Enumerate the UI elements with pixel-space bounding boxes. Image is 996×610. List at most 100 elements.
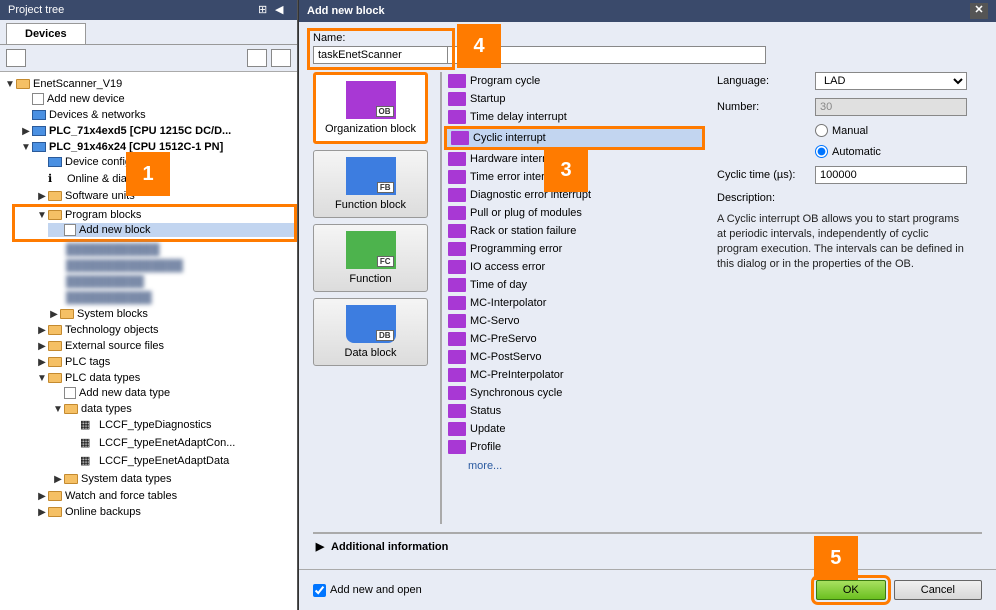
folder-icon	[48, 191, 62, 201]
project-tree-title: Project tree	[8, 4, 64, 16]
dialog-bottom-bar: Add new and open 5 OK Cancel	[299, 569, 996, 610]
description-text: A Cyclic interrupt OB allows you to star…	[717, 212, 967, 271]
ob-small-icon	[448, 92, 466, 106]
folder-icon	[64, 474, 78, 484]
ob-item-prog-error[interactable]: Programming error	[444, 240, 705, 258]
ob-item-update[interactable]: Update	[444, 420, 705, 438]
language-select[interactable]: LAD	[815, 72, 967, 90]
toolbar-icon-3[interactable]	[271, 49, 291, 67]
cyclic-label: Cyclic time (µs):	[717, 169, 807, 181]
tree-ext-source[interactable]: ▶External source files	[32, 339, 297, 353]
project-tree-panel: Project tree ⊞ ◀ Devices ▼EnetScanner_V1…	[0, 0, 298, 610]
block-type-list: OB Organization block FB Function block …	[313, 72, 428, 366]
chevron-right-icon: ▶	[313, 540, 327, 553]
ob-item-time-error[interactable]: Time error interrupt 3	[444, 168, 705, 186]
dialog-header: Add new block ✕	[299, 0, 996, 22]
tree-lccf-con[interactable]: ▦LCCF_typeEnetAdaptCon...	[64, 435, 297, 451]
manual-radio-row[interactable]: Manual	[815, 124, 967, 137]
type-icon: ▦	[80, 436, 96, 450]
ob-small-icon	[448, 242, 466, 256]
number-label: Number:	[717, 101, 807, 113]
add-new-block-dialog: Add new block ✕ Name: 4 2 OB Organizatio…	[298, 0, 996, 610]
ob-item-io-error[interactable]: IO access error	[444, 258, 705, 276]
ob-small-icon	[448, 152, 466, 166]
name-field-group: Name: 4	[313, 32, 982, 64]
tree-plc-data-types[interactable]: ▼PLC data types	[32, 371, 297, 385]
ob-small-icon	[448, 170, 466, 184]
ob-item-status[interactable]: Status	[444, 402, 705, 420]
tree-plc-tags[interactable]: ▶PLC tags	[32, 355, 297, 369]
ob-small-icon	[448, 332, 466, 346]
add-new-open-checkbox[interactable]	[313, 584, 326, 597]
ob-small-icon	[448, 422, 466, 436]
toolbar-icon-2[interactable]	[247, 49, 267, 67]
ob-item-time-delay[interactable]: Time delay interrupt	[444, 108, 705, 126]
pin-icon[interactable]: ⊞	[258, 3, 272, 17]
ob-item-program-cycle[interactable]: Program cycle	[444, 72, 705, 90]
ob-small-icon	[448, 296, 466, 310]
db-icon: DB	[346, 305, 396, 343]
ob-item-mc-servo[interactable]: MC-Servo	[444, 312, 705, 330]
tree-system-blocks[interactable]: ▶System blocks	[32, 307, 297, 321]
tree-view[interactable]: ▼EnetScanner_V19 Add new device Devices …	[0, 72, 297, 610]
folder-icon	[60, 309, 74, 319]
toolbar-icon-1[interactable]	[6, 49, 26, 67]
ok-button[interactable]: OK	[816, 580, 886, 600]
block-type-ob[interactable]: OB Organization block	[313, 72, 428, 144]
tree-devices-networks[interactable]: Devices & networks	[16, 108, 297, 122]
ob-item-sync-cycle[interactable]: Synchronous cycle	[444, 384, 705, 402]
block-type-fc[interactable]: FC Function	[313, 224, 428, 292]
add-new-open-row[interactable]: Add new and open	[313, 584, 422, 597]
ob-item-mc-interp[interactable]: MC-Interpolator	[444, 294, 705, 312]
ob-item-mc-preservo[interactable]: MC-PreServo	[444, 330, 705, 348]
add-icon	[64, 387, 76, 399]
ob-item-startup[interactable]: Startup	[444, 90, 705, 108]
tree-plc1[interactable]: ▶PLC_71x4exd5 [CPU 1215C DC/D...	[16, 124, 297, 138]
type-icon: ▦	[80, 418, 96, 432]
ob-small-icon	[448, 314, 466, 328]
tree-lccf-diag[interactable]: ▦LCCF_typeDiagnostics	[64, 417, 297, 433]
additional-info-header[interactable]: ▶ Additional information	[313, 532, 982, 559]
folder-icon	[48, 373, 62, 383]
cyclic-time-input[interactable]	[815, 166, 967, 184]
tree-blurred-2: ███████████████	[62, 259, 297, 273]
ob-item-pull-plug[interactable]: Pull or plug of modules	[444, 204, 705, 222]
tree-watch-force[interactable]: ▶Watch and force tables	[32, 489, 297, 503]
devices-tab-bar: Devices	[0, 20, 297, 45]
block-type-fb[interactable]: FB Function block	[313, 150, 428, 218]
tree-add-new-block[interactable]: Add new block	[48, 223, 294, 237]
ob-item-rack-fail[interactable]: Rack or station failure	[444, 222, 705, 240]
folder-icon	[48, 341, 62, 351]
tree-add-device[interactable]: Add new device	[16, 92, 297, 106]
collapse-icon[interactable]: ◀	[275, 3, 289, 17]
ob-small-icon	[448, 368, 466, 382]
cancel-button[interactable]: Cancel	[894, 580, 982, 600]
callout-3: 3	[544, 148, 588, 192]
tree-data-types-folder[interactable]: ▼data types	[48, 402, 297, 416]
ob-small-icon	[448, 110, 466, 124]
block-type-db[interactable]: DB Data block	[313, 298, 428, 366]
tree-tech-objects[interactable]: ▶Technology objects	[32, 323, 297, 337]
ob-item-cyclic-interrupt[interactable]: Cyclic interrupt	[444, 126, 705, 150]
ob-item-time-of-day[interactable]: Time of day	[444, 276, 705, 294]
tree-program-blocks[interactable]: ▼Program blocks	[32, 208, 294, 222]
tree-lccf-data[interactable]: ▦LCCF_typeEnetAdaptData	[64, 453, 297, 469]
manual-radio[interactable]	[815, 124, 828, 137]
automatic-radio[interactable]	[815, 145, 828, 158]
callout-4: 4	[457, 24, 501, 68]
tree-root[interactable]: ▼EnetScanner_V19	[0, 77, 297, 91]
automatic-radio-row[interactable]: Automatic	[815, 145, 967, 158]
tree-add-new-data-type[interactable]: Add new data type	[48, 386, 297, 400]
callout-1: 1	[126, 152, 170, 196]
ob-item-profile[interactable]: Profile	[444, 438, 705, 456]
tree-online-backups[interactable]: ▶Online backups	[32, 505, 297, 519]
ob-item-mc-postservo[interactable]: MC-PostServo	[444, 348, 705, 366]
plc-icon	[32, 126, 46, 136]
ob-item-mc-preinterp[interactable]: MC-PreInterpolator	[444, 366, 705, 384]
ob-type-list[interactable]: Program cycle Startup Time delay interru…	[440, 72, 705, 524]
close-button[interactable]: ✕	[970, 3, 988, 19]
more-link[interactable]: more...	[444, 456, 705, 476]
tab-devices[interactable]: Devices	[6, 23, 86, 44]
tree-system-data-types[interactable]: ▶System data types	[48, 472, 297, 486]
folder-icon	[48, 210, 62, 220]
